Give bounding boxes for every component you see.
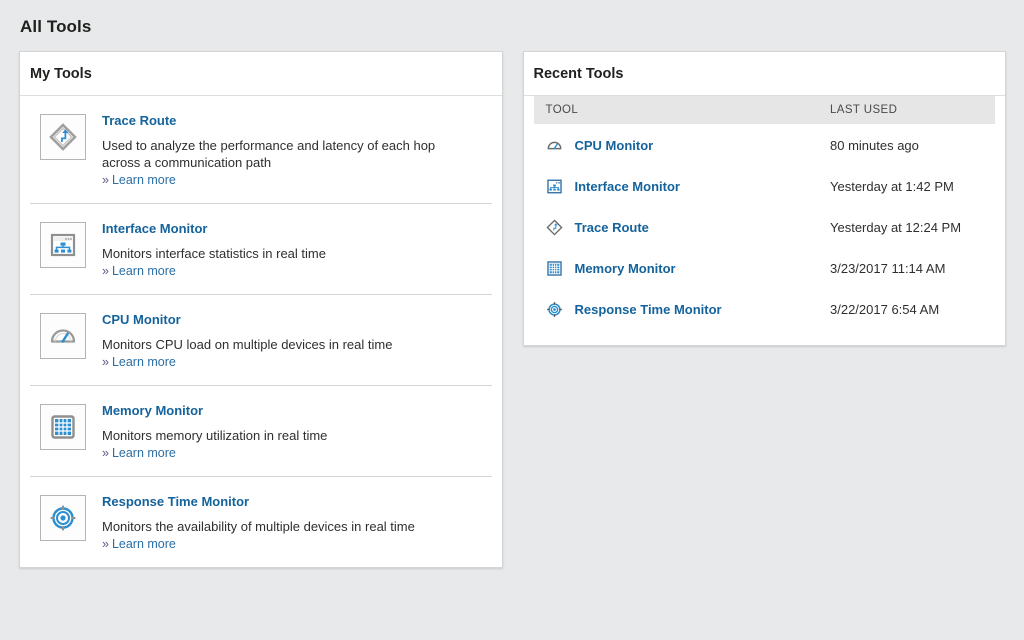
table-header-row: TOOL LAST USED	[534, 96, 996, 124]
page-title: All Tools	[0, 0, 1024, 37]
learn-more-label: Learn more	[112, 537, 176, 551]
tool-link[interactable]: Interface Monitor	[102, 221, 207, 236]
learn-more-link[interactable]: »Learn more	[102, 355, 176, 369]
learn-more-label: Learn more	[112, 446, 176, 460]
interface-monitor-icon	[546, 177, 564, 195]
learn-more-label: Learn more	[112, 264, 176, 278]
tool-link[interactable]: CPU Monitor	[575, 138, 654, 153]
tools-layout: My Tools Trace Route Used to analyze the…	[0, 37, 1024, 568]
table-cell-last-used: Yesterday at 1:42 PM	[830, 179, 995, 194]
tool-link[interactable]: Response Time Monitor	[575, 302, 722, 317]
tool-link[interactable]: Trace Route	[575, 220, 649, 235]
tool-link[interactable]: Trace Route	[102, 113, 176, 128]
recent-tools-table: TOOL LAST USED CPU Monitor 80 minutes ag…	[524, 96, 1006, 345]
list-item[interactable]: CPU Monitor Monitors CPU load on multipl…	[30, 295, 492, 386]
table-row[interactable]: Trace Route Yesterday at 12:24 PM	[534, 206, 996, 247]
learn-more-label: Learn more	[112, 173, 176, 187]
memory-monitor-icon	[40, 404, 86, 450]
tool-description: Used to analyze the performance and late…	[102, 137, 477, 171]
table-cell-tool: Memory Monitor	[534, 259, 831, 277]
response-time-monitor-icon	[546, 300, 564, 318]
cpu-monitor-icon	[40, 313, 86, 359]
chevron-double-right-icon: »	[102, 537, 109, 551]
table-cell-tool: Interface Monitor	[534, 177, 831, 195]
learn-more-link[interactable]: »Learn more	[102, 173, 176, 187]
table-cell-last-used: 3/22/2017 6:54 AM	[830, 302, 995, 317]
table-row[interactable]: Interface Monitor Yesterday at 1:42 PM	[534, 165, 996, 206]
table-row[interactable]: Memory Monitor 3/23/2017 11:14 AM	[534, 247, 996, 288]
list-item-text: CPU Monitor Monitors CPU load on multipl…	[102, 311, 492, 371]
cpu-monitor-icon	[546, 136, 564, 154]
response-time-monitor-icon	[40, 495, 86, 541]
chevron-double-right-icon: »	[102, 173, 109, 187]
learn-more-label: Learn more	[112, 355, 176, 369]
learn-more-link[interactable]: »Learn more	[102, 446, 176, 460]
list-item[interactable]: Interface Monitor Monitors interface sta…	[30, 204, 492, 295]
table-row[interactable]: Response Time Monitor 3/22/2017 6:54 AM	[534, 288, 996, 329]
learn-more-link[interactable]: »Learn more	[102, 264, 176, 278]
chevron-double-right-icon: »	[102, 355, 109, 369]
my-tools-list: Trace Route Used to analyze the performa…	[20, 96, 502, 567]
chevron-double-right-icon: »	[102, 264, 109, 278]
recent-tools-header: Recent Tools	[524, 52, 1006, 96]
table-cell-last-used: Yesterday at 12:24 PM	[830, 220, 995, 235]
table-cell-tool: Response Time Monitor	[534, 300, 831, 318]
list-item[interactable]: Response Time Monitor Monitors the avail…	[30, 477, 492, 567]
list-item-text: Response Time Monitor Monitors the avail…	[102, 493, 492, 553]
column-header-last-used: LAST USED	[830, 104, 995, 116]
my-tools-header: My Tools	[20, 52, 502, 96]
tool-description: Monitors CPU load on multiple devices in…	[102, 336, 477, 353]
tool-description: Monitors the availability of multiple de…	[102, 518, 477, 535]
table-cell-tool: Trace Route	[534, 218, 831, 236]
tool-link[interactable]: CPU Monitor	[102, 312, 181, 327]
recent-tools-panel: Recent Tools TOOL LAST USED CPU Monitor	[523, 51, 1007, 346]
list-item-text: Interface Monitor Monitors interface sta…	[102, 220, 492, 280]
list-item-text: Trace Route Used to analyze the performa…	[102, 112, 492, 189]
tool-link[interactable]: Interface Monitor	[575, 179, 680, 194]
trace-route-icon	[40, 114, 86, 160]
table-cell-last-used: 3/23/2017 11:14 AM	[830, 261, 995, 276]
column-header-tool: TOOL	[534, 104, 831, 116]
tool-description: Monitors interface statistics in real ti…	[102, 245, 477, 262]
tool-link[interactable]: Memory Monitor	[575, 261, 676, 276]
learn-more-link[interactable]: »Learn more	[102, 537, 176, 551]
list-item[interactable]: Memory Monitor Monitors memory utilizati…	[30, 386, 492, 477]
list-item-text: Memory Monitor Monitors memory utilizati…	[102, 402, 492, 462]
table-cell-last-used: 80 minutes ago	[830, 138, 995, 153]
table-row[interactable]: CPU Monitor 80 minutes ago	[534, 124, 996, 165]
tool-description: Monitors memory utilization in real time	[102, 427, 477, 444]
tool-link[interactable]: Memory Monitor	[102, 403, 203, 418]
table-cell-tool: CPU Monitor	[534, 136, 831, 154]
chevron-double-right-icon: »	[102, 446, 109, 460]
my-tools-panel: My Tools Trace Route Used to analyze the…	[19, 51, 503, 568]
list-item[interactable]: Trace Route Used to analyze the performa…	[30, 96, 492, 204]
memory-monitor-icon	[546, 259, 564, 277]
interface-monitor-icon	[40, 222, 86, 268]
tool-link[interactable]: Response Time Monitor	[102, 494, 249, 509]
trace-route-icon	[546, 218, 564, 236]
